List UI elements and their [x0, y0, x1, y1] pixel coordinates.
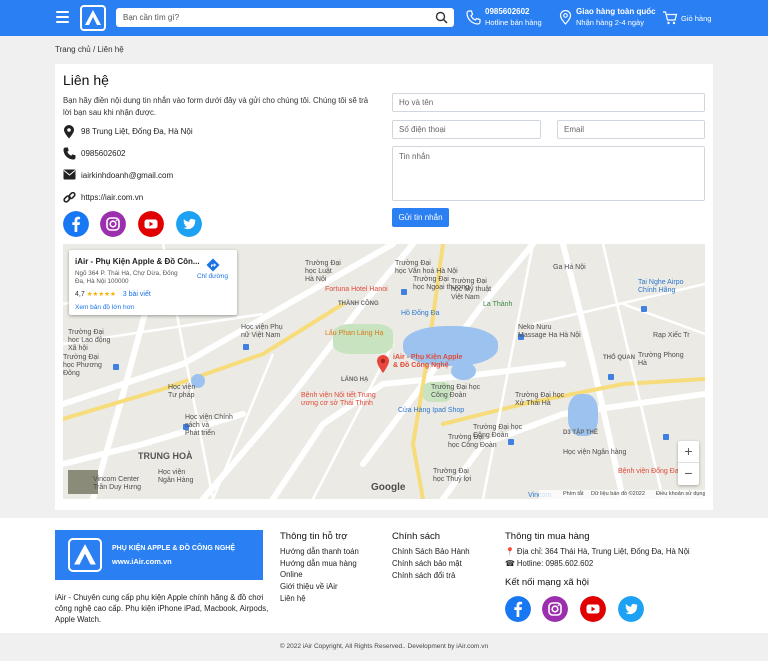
directions-link[interactable]: Chỉ đường [197, 273, 228, 280]
map-place-card: iAir - Phụ Kiện Apple & Đồ Côn... Ngõ 36… [69, 250, 237, 315]
zoom-out-button[interactable]: − [678, 463, 699, 485]
social-heading: Kết nối mạng xã hội [505, 577, 589, 588]
contact-intro: Bạn hãy điền nội dung tin nhắn vào form … [63, 96, 369, 117]
place-name: iAir - Phụ Kiện Apple & Đồ Côn... [75, 257, 200, 266]
footer-twitter-icon[interactable] [618, 596, 644, 622]
map-pin-label: iAir - Phụ Kiện Apple & Đồ Công Nghệ [393, 354, 462, 370]
contact-address: 98 Trung Liệt, Đống Đa, Hà Nội [81, 127, 193, 136]
envelope-icon [63, 169, 76, 180]
contact-email[interactable]: iairkinhdoanh@gmail.com [81, 171, 173, 180]
footer-brand-banner[interactable]: PHỤ KIỆN APPLE & ĐỒ CÔNG NGHỆ www.iAir.c… [55, 530, 263, 580]
policy-heading: Chính sách [392, 531, 441, 542]
purchase-hotline[interactable]: ☎ Hotline: 0985.602.602 [505, 558, 593, 569]
delivery-title: Giao hàng toàn quốc [576, 7, 656, 16]
purchase-heading: Thông tin mua hàng [505, 531, 590, 542]
purchase-address: 📍 Địa chỉ: 364 Thái Hà, Trung Liệt, Đống… [505, 547, 690, 556]
place-reviews-link[interactable]: 3 bài viết [123, 291, 151, 298]
search-icon[interactable] [435, 11, 448, 24]
contact-phone[interactable]: 0985602602 [81, 149, 126, 158]
phone-icon [63, 147, 76, 160]
page-title: Liên hệ [63, 72, 109, 88]
map-pin-label-line1: iAir - Phụ Kiện Apple [393, 354, 463, 361]
phone-field[interactable] [392, 120, 541, 139]
email-field[interactable] [557, 120, 705, 139]
address-row: 98 Trung Liệt, Đống Đa, Hà Nội [63, 125, 263, 139]
phone-row: 0985602602 [63, 147, 263, 161]
policy-link-privacy[interactable]: Chính sách bảo mật [392, 558, 462, 569]
site-logo[interactable] [80, 5, 106, 31]
message-field[interactable] [392, 146, 705, 201]
twitter-icon[interactable] [176, 211, 202, 237]
brand-url: www.iAir.com.vn [112, 557, 172, 566]
menu-icon[interactable] [56, 11, 69, 23]
footer-youtube-icon[interactable] [580, 596, 606, 622]
cart-icon[interactable] [662, 11, 678, 25]
support-link-about[interactable]: Giới thiệu về iAir [280, 581, 338, 592]
map-zoom-control: + − [678, 441, 699, 485]
search-bar [116, 8, 454, 27]
larger-map-link[interactable]: Xem bản đồ lớn hơn [75, 304, 134, 311]
delivery-sub: Nhận hàng 2-4 ngày [576, 18, 644, 27]
location-icon [559, 10, 572, 25]
footer-logo [68, 538, 102, 572]
map-pin-icon[interactable] [376, 354, 390, 374]
youtube-icon[interactable] [138, 211, 164, 237]
location-pin-icon [64, 125, 74, 139]
directions-icon[interactable] [206, 258, 220, 272]
hotline-number: 0985602602 [485, 7, 530, 16]
support-heading: Thông tin hỗ trợ [280, 531, 348, 542]
place-address: Ngõ 364 P. Thái Hà, Chợ Dừa, Đống Đa, Hà… [75, 270, 178, 285]
hotline-label: Hotline bán hàng [485, 18, 542, 27]
star-rating-icon: ★★★★★ [86, 291, 116, 298]
website-row: https://iair.com.vn [63, 191, 263, 205]
map-data-credit: Dữ liệu bản đồ ©2022 [591, 491, 645, 497]
google-logo: Google [371, 482, 406, 493]
breadcrumb[interactable]: Trang chủ / Liên hệ [55, 45, 124, 54]
map-pin-label-line2: & Đồ Công Nghệ [393, 362, 449, 369]
delivery-info: Giao hàng toàn quốc Nhận hàng 2-4 ngày [576, 6, 656, 28]
instagram-icon[interactable] [100, 211, 126, 237]
support-link-purchase[interactable]: Hướng dẫn mua hàng Online [280, 558, 365, 580]
send-message-button[interactable]: Gửi tin nhắn [392, 208, 449, 227]
place-rating-row: 4,7 ★★★★★ 3 bài viết [75, 290, 151, 298]
policy-link-warranty[interactable]: Chính Sách Bảo Hành [392, 546, 470, 557]
brand-tagline: PHỤ KIỆN APPLE & ĐỒ CÔNG NGHỆ [112, 545, 236, 552]
map-attribution: Phím tắt Dữ liệu bản đồ ©2022 Điều khoản… [539, 490, 705, 499]
email-row: iairkinhdoanh@gmail.com [63, 169, 263, 183]
copyright: © 2022 iAir Copyright, All Rights Reserv… [0, 633, 768, 661]
link-icon [63, 191, 76, 203]
map-terms[interactable]: Điều khoản sử dụng [656, 490, 705, 499]
search-input[interactable] [123, 11, 423, 24]
phone-icon [466, 10, 481, 25]
footer-about: iAir - Chuyên cung cấp phụ kiện Apple ch… [55, 593, 269, 624]
facebook-icon[interactable] [63, 211, 89, 237]
policy-link-returns[interactable]: Chính sách đổi trả [392, 570, 455, 581]
contact-website[interactable]: https://iair.com.vn [81, 193, 143, 202]
hotline-info[interactable]: 0985602602 Hotline bán hàng [485, 6, 542, 28]
support-link-contact[interactable]: Liên hệ [280, 593, 306, 604]
footer-facebook-icon[interactable] [505, 596, 531, 622]
support-link-payment[interactable]: Hướng dẫn thanh toán [280, 546, 359, 557]
zoom-in-button[interactable]: + [678, 441, 699, 463]
place-rating: 4,7 [75, 291, 85, 298]
cart-label[interactable]: Giỏ hàng [681, 13, 711, 24]
map-shortcuts[interactable]: Phím tắt [563, 490, 583, 499]
name-field[interactable] [392, 93, 705, 112]
footer-instagram-icon[interactable] [542, 596, 568, 622]
